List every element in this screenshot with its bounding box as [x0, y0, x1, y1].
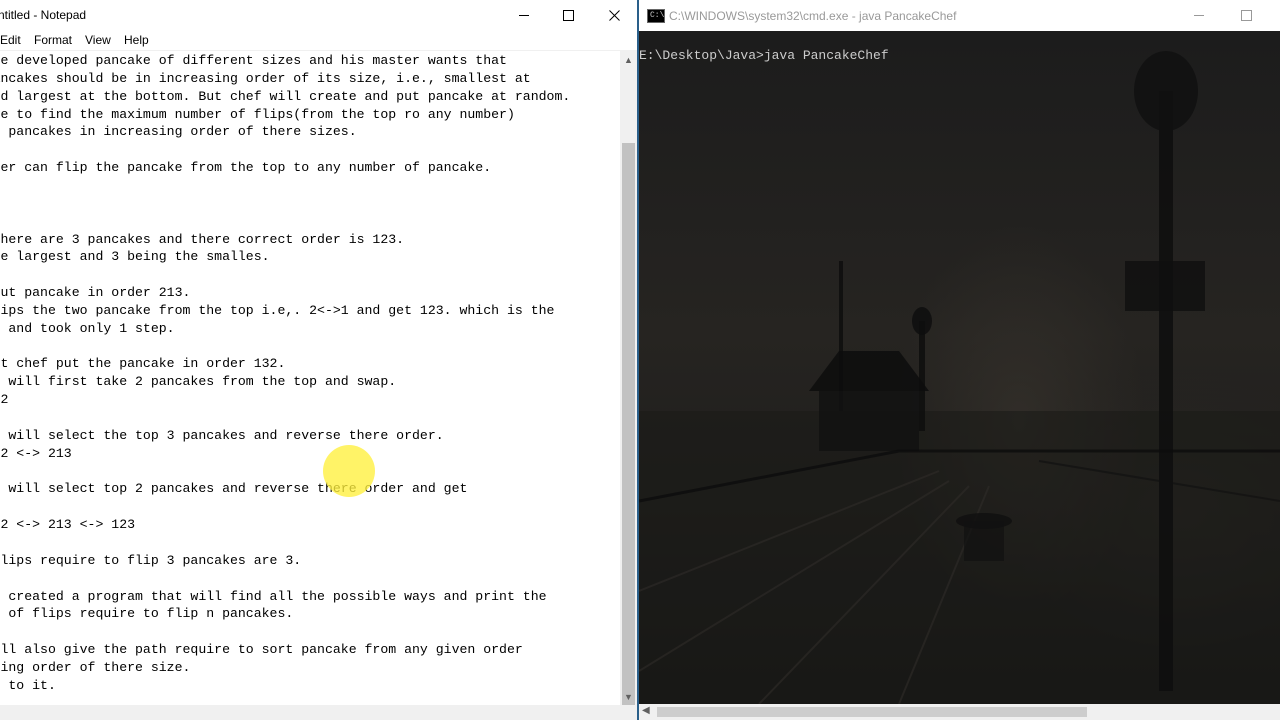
minimize-icon	[519, 15, 529, 16]
text-line: ose not chef put the pancake in order 13…	[0, 356, 286, 372]
menu-view[interactable]: View	[85, 33, 111, 47]
maximize-icon	[562, 10, 574, 21]
minimize-button[interactable]	[501, 0, 547, 31]
cmd-window: C:\ C:\WINDOWS\system32\cmd.exe - java P…	[639, 0, 1280, 720]
text-line: I have created a program that will find …	[0, 588, 547, 604]
text-line: pose there are 3 pancakes and there corr…	[0, 231, 405, 247]
text-line: number of flips require to flip n pancak…	[0, 606, 294, 622]
cmd-maximize-button[interactable]	[1223, 0, 1269, 31]
cmd-horizontal-scrollbar[interactable]: ◀	[639, 704, 1280, 720]
text-line: hef flips the two pancake from the top i…	[0, 302, 555, 318]
cursor-highlight	[323, 445, 375, 497]
cmd-title-bar[interactable]: C:\ C:\WINDOWS\system32\cmd.exe - java P…	[639, 0, 1280, 31]
text-line: what he developed pancake of different s…	[0, 53, 507, 68]
text-line: ut the pancakes in increasing order of t…	[0, 124, 357, 140]
cmd-app-icon: C:\	[647, 9, 665, 23]
horizontal-scrollbar[interactable]	[0, 705, 620, 720]
scroll-up-arrow-icon[interactable]: ▲	[620, 51, 637, 68]
text-line: ncreasing order of there size.	[0, 659, 191, 675]
menu-edit[interactable]: Edit	[0, 33, 21, 47]
vertical-scrollbar[interactable]: ▲ ▼	[620, 51, 637, 720]
cmd-title: C:\WINDOWS\system32\cmd.exe - java Panca…	[669, 9, 957, 23]
menu-format[interactable]: Format	[34, 33, 72, 47]
close-button[interactable]	[591, 0, 637, 31]
resize-grip[interactable]	[620, 705, 637, 720]
notepad-title: ntitled - Notepad	[0, 8, 87, 22]
text-line: max flips require to flip 3 pancakes are…	[0, 552, 302, 568]
text-line: s move to it.	[0, 677, 56, 693]
maximize-button[interactable]	[545, 0, 591, 31]
close-icon	[608, 10, 620, 21]
text-line: master will select top 2 pancakes and re…	[0, 481, 468, 497]
minimize-icon	[1194, 15, 1204, 16]
text-line: top and largest at the bottom. But chef …	[0, 88, 571, 104]
menu-help[interactable]: Help	[124, 33, 149, 47]
cmd-console[interactable]: E:\Desktop\Java>java PancakeChef	[639, 31, 1280, 704]
notepad-window: ntitled - Notepad Edit Format View Help …	[0, 0, 637, 720]
text-line: it will also give the path require to so…	[0, 642, 523, 658]
notepad-title-bar[interactable]: ntitled - Notepad	[0, 0, 637, 31]
text-line: we have to find the maximum number of fl…	[0, 106, 515, 122]
cmd-scroll-thumb[interactable]	[657, 707, 1087, 717]
cmd-prompt-line: E:\Desktop\Java>java PancakeChef	[639, 48, 889, 63]
text-line: <-> 312 <-> 213 <-> 123	[0, 517, 136, 533]
text-line: the pancakes should be in increasing ord…	[0, 70, 531, 86]
vertical-scroll-thumb[interactable]	[622, 143, 635, 720]
notepad-text-area[interactable]: what he developed pancake of different s…	[0, 51, 620, 705]
cmd-minimize-button[interactable]	[1176, 0, 1222, 31]
text-line: ct ans and took only 1 step.	[0, 320, 175, 336]
text-line: <-> 312	[0, 392, 9, 408]
scroll-down-arrow-icon[interactable]: ▼	[620, 688, 637, 705]
text-line: chef put pancake in order 213.	[0, 285, 191, 301]
scroll-left-arrow-icon[interactable]: ◀	[642, 705, 650, 716]
background-pier-image	[639, 51, 1280, 704]
text-line: master will first take 2 pancakes from t…	[0, 374, 397, 390]
text-line: <-> 312 <-> 213	[0, 445, 72, 461]
text-line: ing the largest and 3 being the smalles.	[0, 249, 270, 265]
notepad-menu-bar: Edit Format View Help	[0, 31, 637, 51]
text-line: . Master can flip the pancake from the t…	[0, 160, 492, 176]
maximize-icon	[1240, 10, 1252, 21]
text-line: master will select the top 3 pancakes an…	[0, 427, 444, 443]
